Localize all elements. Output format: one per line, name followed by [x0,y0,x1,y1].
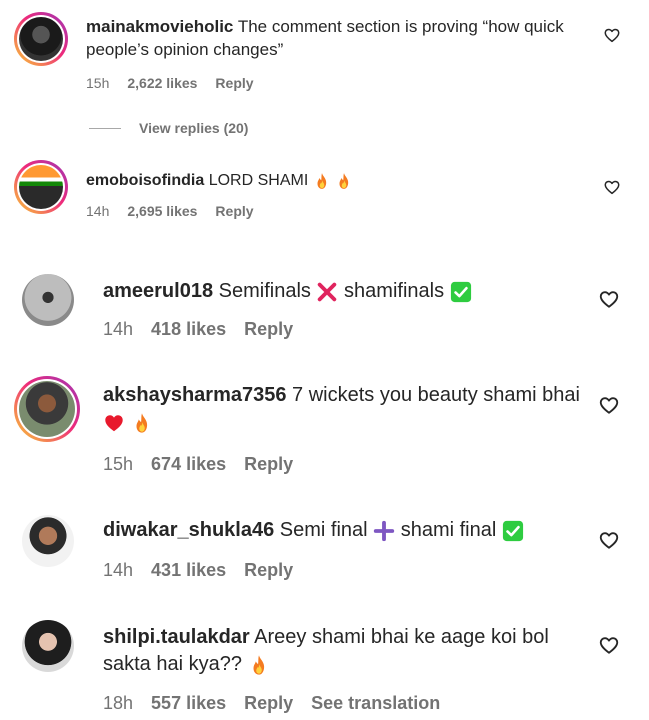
timestamp: 14h [103,560,134,580]
comment-text: mainakmovieholic The comment section is … [86,16,596,62]
comment-body: LORD SHAMI [208,172,309,189]
like-count[interactable]: 2,622 likes [127,75,197,91]
comment-2: emoboisofindia LORD SHAMI 14h 2,695 like… [0,150,649,260]
comment-body-part-1: Semifinals [218,280,311,302]
comment-6: shilpi.taulakdar Areey shami bhai ke aag… [0,612,649,720]
timestamp: 18h [103,693,134,713]
username-link[interactable]: ameerul018 [103,280,213,302]
see-translation-button[interactable]: See translation [311,693,440,714]
like-count[interactable]: 557 likes [151,693,226,714]
comment-text: shilpi.taulakdar Areey shami bhai ke aag… [103,624,593,678]
heart-outline-icon[interactable] [598,288,620,310]
avatar[interactable] [22,620,74,672]
heart-outline-icon[interactable] [598,634,620,656]
avatar[interactable] [14,376,80,442]
username-link[interactable]: mainakmovieholic [86,17,233,36]
reply-button[interactable]: Reply [244,319,293,340]
comment-meta: 15h 674 likes Reply [103,454,293,475]
comment-5: diwakar_shukla46 Semi final shami final … [0,505,649,605]
username-link[interactable]: emoboisofindia [86,172,204,189]
fire-emoji-icon [335,172,353,190]
red-heart-emoji-icon [103,412,125,434]
cross-mark-emoji-icon [316,281,338,303]
username-link[interactable]: shilpi.taulakdar [103,626,250,648]
comment-meta: 14h 431 likes Reply [103,560,293,581]
check-mark-emoji-icon [502,520,524,542]
timestamp: 14h [103,319,134,339]
plus-emoji-icon [373,520,395,542]
heart-outline-icon[interactable] [603,26,621,44]
comment-1: mainakmovieholic The comment section is … [0,0,649,140]
like-count[interactable]: 674 likes [151,454,226,475]
comment-body: 7 wickets you beauty shami bhai [292,384,580,406]
like-count[interactable]: 431 likes [151,560,226,581]
comment-body-part-2: shami final [400,519,497,541]
reply-button[interactable]: Reply [215,203,253,219]
reply-button[interactable]: Reply [244,560,293,581]
comment-text: akshaysharma7356 7 wickets you beauty sh… [103,382,593,436]
reply-button[interactable]: Reply [244,454,293,475]
view-replies-button[interactable]: View replies (20) [89,120,248,136]
avatar[interactable] [22,274,74,326]
comment-text: emoboisofindia LORD SHAMI [86,170,596,192]
like-count[interactable]: 2,695 likes [127,203,197,219]
comment-body-part-2: shamifinals [344,280,445,302]
fire-emoji-icon [248,654,270,676]
comment-text: diwakar_shukla46 Semi final shami final [103,517,593,544]
avatar[interactable] [14,160,68,214]
comment-meta: 14h 418 likes Reply [103,319,293,340]
comment-meta: 14h 2,695 likes Reply [86,203,254,219]
fire-emoji-icon [313,172,331,190]
avatar[interactable] [14,12,68,66]
reply-button[interactable]: Reply [215,75,253,91]
avatar[interactable] [22,515,74,567]
comment-meta: 18h 557 likes Reply See translation [103,693,440,714]
timestamp: 15h [103,454,134,474]
heart-outline-icon[interactable] [603,178,621,196]
heart-outline-icon[interactable] [598,394,620,416]
divider-line [89,127,121,129]
heart-outline-icon[interactable] [598,529,620,551]
comment-4: akshaysharma7356 7 wickets you beauty sh… [0,368,649,498]
comment-3: ameerul018 Semifinals shamifinals 14h 41… [0,262,649,358]
username-link[interactable]: akshaysharma7356 [103,384,286,406]
reply-button[interactable]: Reply [244,693,293,714]
username-link[interactable]: diwakar_shukla46 [103,519,274,541]
like-count[interactable]: 418 likes [151,319,226,340]
comment-text: ameerul018 Semifinals shamifinals [103,278,593,305]
timestamp: 15h [86,75,110,91]
timestamp: 14h [86,203,110,219]
fire-emoji-icon [131,412,153,434]
view-replies-label[interactable]: View replies (20) [139,120,248,136]
comment-body-part-1: Semi final [279,519,368,541]
comment-meta: 15h 2,622 likes Reply [86,75,254,91]
check-mark-emoji-icon [450,281,472,303]
